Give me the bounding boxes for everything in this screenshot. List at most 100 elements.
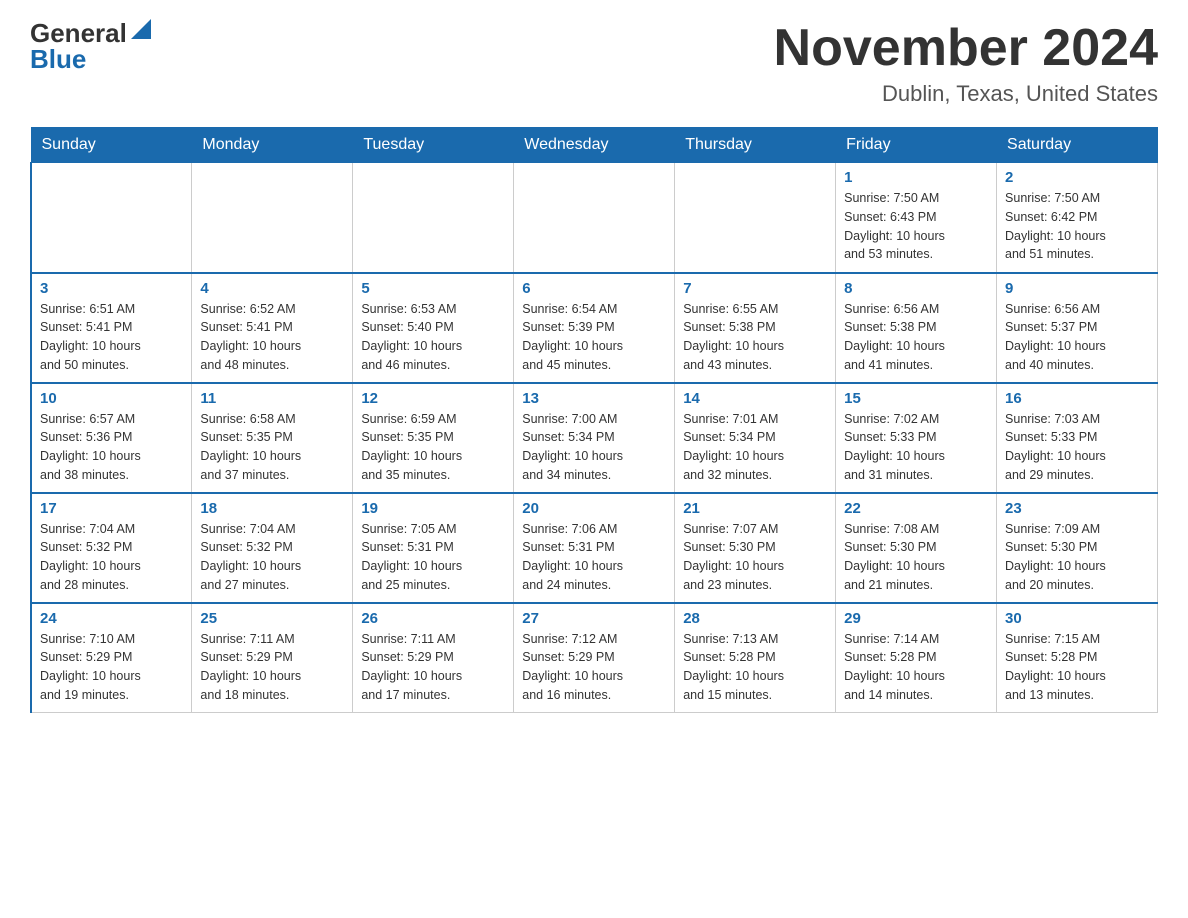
day-cell: 29 Sunrise: 7:14 AM Sunset: 5:28 PM Dayli… [836, 603, 997, 713]
day-cell: 13 Sunrise: 7:00 AM Sunset: 5:34 PM Dayli… [514, 383, 675, 493]
week-row-2: 3 Sunrise: 6:51 AM Sunset: 5:41 PM Daylig… [31, 273, 1158, 383]
day-cell: 11Sunrise: 6:58 AM Sunset: 5:35 PM Dayli… [192, 383, 353, 493]
day-number: 24 [40, 610, 183, 627]
day-cell: 5 Sunrise: 6:53 AM Sunset: 5:40 PM Daylig… [353, 273, 514, 383]
header-cell-saturday: Saturday [997, 128, 1158, 163]
day-cell: 28 Sunrise: 7:13 AM Sunset: 5:28 PM Dayli… [675, 603, 836, 713]
day-info: Sunrise: 7:14 AM Sunset: 5:28 PM Dayligh… [844, 632, 945, 702]
page-header: General Blue November 2024 Dublin, Texas… [30, 20, 1158, 107]
day-number: 17 [40, 500, 183, 517]
day-cell: 3 Sunrise: 6:51 AM Sunset: 5:41 PM Daylig… [31, 273, 192, 383]
day-cell: 8 Sunrise: 6:56 AM Sunset: 5:38 PM Daylig… [836, 273, 997, 383]
day-number: 23 [1005, 500, 1149, 517]
day-info: Sunrise: 7:06 AM Sunset: 5:31 PM Dayligh… [522, 522, 623, 592]
logo-triangle-icon [131, 19, 151, 39]
day-number: 6 [522, 280, 666, 297]
day-cell: 4Sunrise: 6:52 AM Sunset: 5:41 PM Daylig… [192, 273, 353, 383]
day-cell: 16Sunrise: 7:03 AM Sunset: 5:33 PM Dayli… [997, 383, 1158, 493]
day-number: 8 [844, 280, 988, 297]
day-cell: 21Sunrise: 7:07 AM Sunset: 5:30 PM Dayli… [675, 493, 836, 603]
day-cell: 20 Sunrise: 7:06 AM Sunset: 5:31 PM Dayli… [514, 493, 675, 603]
day-number: 9 [1005, 280, 1149, 297]
day-info: Sunrise: 7:10 AM Sunset: 5:29 PM Dayligh… [40, 632, 141, 702]
day-cell: 7 Sunrise: 6:55 AM Sunset: 5:38 PM Daylig… [675, 273, 836, 383]
week-row-4: 17 Sunrise: 7:04 AM Sunset: 5:32 PM Dayli… [31, 493, 1158, 603]
day-number: 7 [683, 280, 827, 297]
day-info: Sunrise: 7:08 AM Sunset: 5:30 PM Dayligh… [844, 522, 945, 592]
day-cell: 15 Sunrise: 7:02 AM Sunset: 5:33 PM Dayli… [836, 383, 997, 493]
title-block: November 2024 Dublin, Texas, United Stat… [774, 20, 1158, 107]
day-info: Sunrise: 7:05 AM Sunset: 5:31 PM Dayligh… [361, 522, 462, 592]
day-info: Sunrise: 7:00 AM Sunset: 5:34 PM Dayligh… [522, 412, 623, 482]
day-number: 30 [1005, 610, 1149, 627]
day-info: Sunrise: 7:04 AM Sunset: 5:32 PM Dayligh… [200, 522, 301, 592]
day-cell: 18Sunrise: 7:04 AM Sunset: 5:32 PM Dayli… [192, 493, 353, 603]
location-text: Dublin, Texas, United States [774, 81, 1158, 107]
day-number: 25 [200, 610, 344, 627]
day-cell: 6Sunrise: 6:54 AM Sunset: 5:39 PM Daylig… [514, 273, 675, 383]
day-cell: 30 Sunrise: 7:15 AM Sunset: 5:28 PM Dayli… [997, 603, 1158, 713]
header-cell-sunday: Sunday [31, 128, 192, 163]
day-cell: 26 Sunrise: 7:11 AM Sunset: 5:29 PM Dayli… [353, 603, 514, 713]
day-number: 13 [522, 390, 666, 407]
header-cell-tuesday: Tuesday [353, 128, 514, 163]
day-cell: 9 Sunrise: 6:56 AM Sunset: 5:37 PM Daylig… [997, 273, 1158, 383]
day-info: Sunrise: 6:56 AM Sunset: 5:37 PM Dayligh… [1005, 302, 1106, 372]
day-cell: 1Sunrise: 7:50 AM Sunset: 6:43 PM Daylig… [836, 163, 997, 273]
day-info: Sunrise: 7:02 AM Sunset: 5:33 PM Dayligh… [844, 412, 945, 482]
day-info: Sunrise: 7:12 AM Sunset: 5:29 PM Dayligh… [522, 632, 623, 702]
day-number: 3 [40, 280, 183, 297]
day-cell: 19 Sunrise: 7:05 AM Sunset: 5:31 PM Dayli… [353, 493, 514, 603]
logo-general-text: General [30, 20, 127, 46]
day-info: Sunrise: 7:11 AM Sunset: 5:29 PM Dayligh… [200, 632, 301, 702]
header-cell-thursday: Thursday [675, 128, 836, 163]
day-cell: 10 Sunrise: 6:57 AM Sunset: 5:36 PM Dayli… [31, 383, 192, 493]
day-info: Sunrise: 6:53 AM Sunset: 5:40 PM Dayligh… [361, 302, 462, 372]
day-info: Sunrise: 7:11 AM Sunset: 5:29 PM Dayligh… [361, 632, 462, 702]
day-info: Sunrise: 6:59 AM Sunset: 5:35 PM Dayligh… [361, 412, 462, 482]
day-info: Sunrise: 7:01 AM Sunset: 5:34 PM Dayligh… [683, 412, 784, 482]
week-row-5: 24 Sunrise: 7:10 AM Sunset: 5:29 PM Dayli… [31, 603, 1158, 713]
day-cell [353, 163, 514, 273]
week-row-1: 1Sunrise: 7:50 AM Sunset: 6:43 PM Daylig… [31, 163, 1158, 273]
day-info: Sunrise: 7:50 AM Sunset: 6:42 PM Dayligh… [1005, 191, 1106, 261]
day-cell [192, 163, 353, 273]
day-cell: 25 Sunrise: 7:11 AM Sunset: 5:29 PM Dayli… [192, 603, 353, 713]
day-number: 1 [844, 169, 988, 186]
day-info: Sunrise: 7:13 AM Sunset: 5:28 PM Dayligh… [683, 632, 784, 702]
month-title: November 2024 [774, 20, 1158, 77]
day-info: Sunrise: 7:04 AM Sunset: 5:32 PM Dayligh… [40, 522, 141, 592]
logo: General Blue [30, 20, 151, 72]
header-cell-wednesday: Wednesday [514, 128, 675, 163]
day-number: 26 [361, 610, 505, 627]
day-number: 19 [361, 500, 505, 517]
day-number: 28 [683, 610, 827, 627]
day-cell: 17 Sunrise: 7:04 AM Sunset: 5:32 PM Dayli… [31, 493, 192, 603]
day-number: 14 [683, 390, 827, 407]
day-number: 29 [844, 610, 988, 627]
day-number: 15 [844, 390, 988, 407]
day-cell [675, 163, 836, 273]
day-info: Sunrise: 6:51 AM Sunset: 5:41 PM Dayligh… [40, 302, 141, 372]
day-number: 5 [361, 280, 505, 297]
day-info: Sunrise: 6:56 AM Sunset: 5:38 PM Dayligh… [844, 302, 945, 372]
logo-blue-text: Blue [30, 46, 86, 72]
day-info: Sunrise: 7:03 AM Sunset: 5:33 PM Dayligh… [1005, 412, 1106, 482]
day-cell [31, 163, 192, 273]
day-number: 4 [200, 280, 344, 297]
day-cell: 27 Sunrise: 7:12 AM Sunset: 5:29 PM Dayli… [514, 603, 675, 713]
day-number: 2 [1005, 169, 1149, 186]
day-cell: 22Sunrise: 7:08 AM Sunset: 5:30 PM Dayli… [836, 493, 997, 603]
calendar-table: SundayMondayTuesdayWednesdayThursdayFrid… [30, 127, 1158, 713]
day-cell [514, 163, 675, 273]
day-info: Sunrise: 6:57 AM Sunset: 5:36 PM Dayligh… [40, 412, 141, 482]
day-number: 20 [522, 500, 666, 517]
day-info: Sunrise: 7:15 AM Sunset: 5:28 PM Dayligh… [1005, 632, 1106, 702]
day-number: 27 [522, 610, 666, 627]
day-cell: 24 Sunrise: 7:10 AM Sunset: 5:29 PM Dayli… [31, 603, 192, 713]
header-cell-friday: Friday [836, 128, 997, 163]
week-row-3: 10 Sunrise: 6:57 AM Sunset: 5:36 PM Dayli… [31, 383, 1158, 493]
day-number: 10 [40, 390, 183, 407]
day-info: Sunrise: 6:55 AM Sunset: 5:38 PM Dayligh… [683, 302, 784, 372]
day-number: 11 [200, 390, 344, 407]
